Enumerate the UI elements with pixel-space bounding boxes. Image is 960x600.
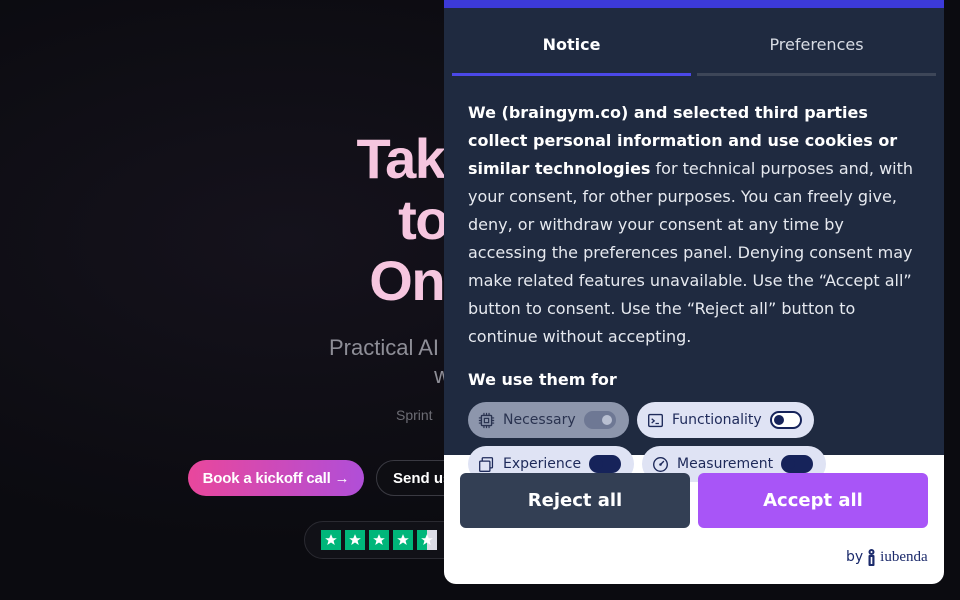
star-icon bbox=[393, 530, 413, 550]
tab-preferences[interactable]: Preferences bbox=[697, 16, 936, 76]
star-icon bbox=[369, 530, 389, 550]
byline-brand: iubenda bbox=[880, 548, 928, 565]
reject-all-button[interactable]: Reject all bbox=[460, 473, 690, 528]
iubenda-byline[interactable]: by iubenda bbox=[846, 547, 928, 567]
terminal-icon bbox=[648, 413, 663, 427]
purpose-experience-label: Experience bbox=[503, 456, 582, 472]
measurement-toggle[interactable] bbox=[781, 455, 814, 473]
notice-text: We (braingym.co) and selected third part… bbox=[468, 99, 923, 351]
chip-icon bbox=[478, 412, 495, 428]
experience-toggle[interactable] bbox=[589, 455, 622, 473]
book-kickoff-button[interactable]: Book a kickoff call → bbox=[188, 460, 364, 496]
functionality-toggle[interactable] bbox=[769, 411, 802, 429]
purposes-heading: We use them for bbox=[468, 370, 617, 389]
consent-dialog: Notice Preferences We (braingym.co) and … bbox=[444, 0, 944, 584]
byline-prefix: by bbox=[846, 549, 864, 565]
necessary-toggle bbox=[583, 411, 616, 429]
purpose-functionality-label: Functionality bbox=[672, 412, 762, 428]
layers-icon bbox=[479, 456, 494, 472]
tab-notice[interactable]: Notice bbox=[452, 16, 691, 76]
purpose-necessary: Necessary bbox=[468, 402, 629, 438]
star-icon bbox=[321, 530, 341, 550]
gauge-icon bbox=[653, 456, 668, 472]
accept-all-button[interactable]: Accept all bbox=[698, 473, 928, 528]
iubenda-logo-icon bbox=[868, 548, 875, 566]
consent-dialog-body: Notice Preferences We (braingym.co) and … bbox=[444, 0, 944, 482]
half-star-icon bbox=[417, 530, 437, 550]
purpose-necessary-label: Necessary bbox=[503, 412, 576, 428]
star-icon bbox=[345, 530, 365, 550]
notice-text-rest: for technical purposes and, with your co… bbox=[468, 159, 914, 346]
purpose-functionality: Functionality bbox=[637, 402, 814, 438]
purpose-measurement-label: Measurement bbox=[677, 456, 774, 472]
hero-note: Sprint bbox=[396, 407, 433, 423]
